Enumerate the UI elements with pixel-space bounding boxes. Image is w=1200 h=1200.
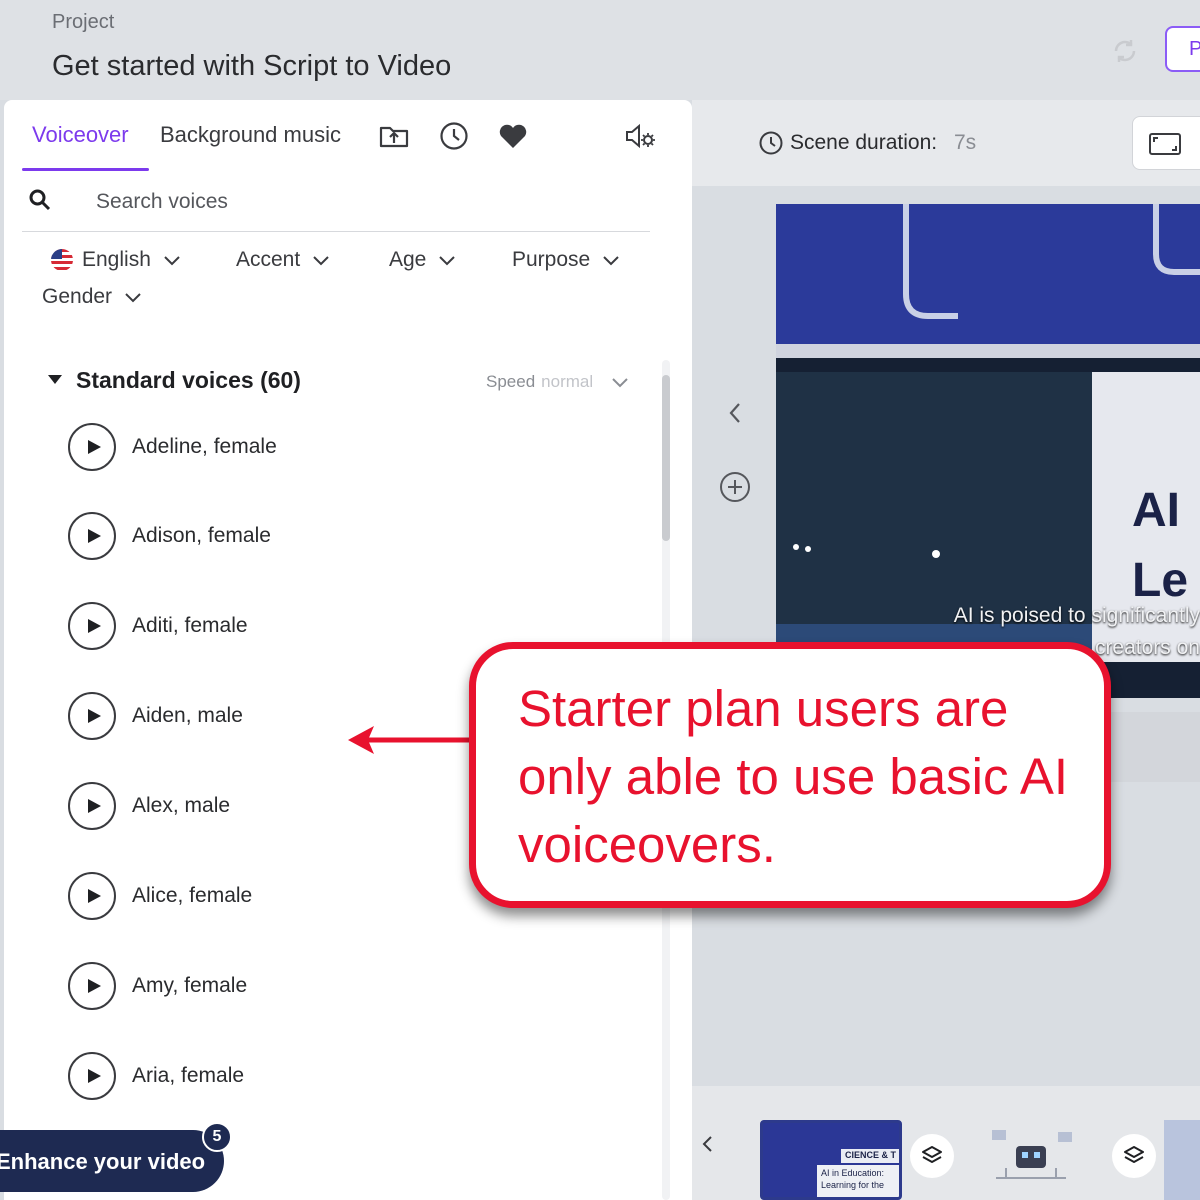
voice-item[interactable]: Adison, female [68, 511, 488, 561]
chevron-down-icon [125, 293, 141, 303]
history-clock-icon[interactable] [438, 120, 470, 152]
play-button[interactable] [68, 962, 116, 1010]
chevron-down-icon [164, 256, 180, 266]
accent-filter-label: Accent [236, 248, 301, 271]
callout-arrow-icon [348, 726, 472, 754]
voice-name: Aditi, female [132, 614, 248, 637]
gender-filter-label: Gender [42, 285, 113, 308]
search-icon [29, 189, 51, 211]
play-button[interactable] [68, 692, 116, 740]
caret-down-icon [48, 375, 62, 384]
standard-voices-header[interactable]: Standard voices (60) Speed normal [46, 364, 646, 400]
scene-thumbnail[interactable] [1164, 1120, 1200, 1200]
search-input[interactable] [96, 186, 616, 218]
enhance-video-button[interactable]: Enhance your video [0, 1130, 224, 1192]
active-tab-indicator [22, 168, 149, 171]
thumbnail-caption-line-2: Learning for the [821, 1180, 885, 1190]
age-filter[interactable]: Age [389, 248, 456, 272]
search-bar [22, 180, 650, 232]
chevron-left-icon[interactable] [700, 1134, 714, 1154]
callout-text: Starter plan users are only able to use … [518, 680, 1069, 873]
chevron-down-icon [603, 256, 619, 266]
voice-item[interactable]: Adeline, female [68, 422, 488, 472]
us-flag-icon [51, 249, 73, 271]
top-bar: Project Get started with Script to Video… [0, 0, 1200, 100]
tab-background-music[interactable]: Background music [160, 122, 341, 148]
aspect-ratio-icon [1149, 133, 1181, 155]
chevron-left-icon[interactable] [725, 400, 745, 426]
layers-icon [922, 1146, 942, 1163]
voice-settings-icon[interactable] [624, 120, 656, 152]
voice-item[interactable]: Alice, female [68, 871, 488, 921]
upload-folder-icon[interactable] [378, 120, 410, 152]
purpose-filter-label: Purpose [512, 248, 591, 271]
voice-name: Alice, female [132, 884, 253, 907]
play-icon [87, 619, 101, 633]
sync-icon[interactable] [1110, 36, 1140, 66]
voice-item[interactable]: Aria, female [68, 1051, 488, 1101]
thumbnail-caption-line-1: AI in Education: [821, 1168, 885, 1178]
language-filter-label: English [82, 248, 151, 271]
caption-line-1: AI is poised to significantly [953, 604, 1200, 627]
play-icon [87, 440, 101, 454]
thumbnail-caption: AI in Education: Learning for the [817, 1165, 899, 1197]
thumbnail-text: CIENCE & T [841, 1149, 899, 1163]
accent-filter[interactable]: Accent [236, 248, 330, 272]
play-icon [87, 979, 101, 993]
play-icon [87, 709, 101, 723]
play-button[interactable] [68, 512, 116, 560]
play-button[interactable] [68, 782, 116, 830]
play-button[interactable] [68, 872, 116, 920]
chevron-down-icon [313, 256, 329, 266]
speed-selector[interactable]: Speed normal [486, 372, 629, 392]
top-right-button[interactable]: P [1165, 26, 1200, 72]
play-icon [87, 889, 101, 903]
scene-duration-label: Scene duration: [790, 131, 938, 154]
speed-label: Speed [486, 372, 536, 391]
tab-voiceover[interactable]: Voiceover [32, 122, 129, 148]
scene-thumbnail[interactable]: CIENCE & T AI in Education: Learning for… [760, 1120, 902, 1200]
scene-duration-value[interactable]: 7s [954, 131, 976, 155]
project-label: Project [52, 11, 115, 33]
project-title[interactable]: Get started with Script to Video [52, 50, 451, 83]
purpose-filter[interactable]: Purpose [512, 248, 620, 272]
play-icon [87, 1069, 101, 1083]
scene-toolbar: Scene duration: 7s [692, 100, 1200, 186]
section-title: Standard voices (60) [76, 367, 301, 393]
enhance-count-badge: 5 [202, 1122, 232, 1152]
scene-filmstrip: CIENCE & T AI in Education: Learning for… [692, 1086, 1200, 1200]
add-scene-icon[interactable] [718, 470, 752, 504]
play-icon [87, 529, 101, 543]
voice-name: Amy, female [132, 974, 248, 997]
annotation-callout: Starter plan users are only able to use … [469, 642, 1111, 908]
layers-button[interactable] [1112, 1134, 1156, 1178]
heart-icon[interactable] [497, 120, 529, 152]
voice-name: Aria, female [132, 1064, 245, 1087]
play-button[interactable] [68, 1052, 116, 1100]
speed-value: normal [541, 372, 594, 391]
voice-name: Adison, female [132, 524, 271, 547]
layers-icon [1124, 1146, 1144, 1163]
aspect-ratio-button[interactable] [1132, 116, 1200, 170]
preview-headline-1: AI [1132, 484, 1180, 537]
age-filter-label: Age [389, 248, 427, 271]
gender-filter[interactable]: Gender [42, 285, 142, 309]
voice-name: Adeline, female [132, 435, 277, 458]
scrollbar-thumb[interactable] [662, 375, 670, 541]
voice-item[interactable]: Alex, male [68, 781, 488, 831]
scene-thumbnail-robot[interactable] [976, 1120, 1086, 1200]
voice-item[interactable]: Amy, female [68, 961, 488, 1011]
layers-button[interactable] [910, 1134, 954, 1178]
voice-name: Alex, male [132, 794, 231, 817]
clock-icon [759, 131, 783, 155]
language-filter[interactable]: English [50, 248, 181, 272]
chevron-down-icon [439, 256, 456, 266]
voice-item[interactable]: Aditi, female [68, 601, 488, 651]
play-button[interactable] [68, 602, 116, 650]
chevron-down-icon [612, 378, 628, 388]
voice-name: Aiden, male [132, 704, 243, 727]
play-icon [87, 799, 101, 813]
play-button[interactable] [68, 423, 116, 471]
